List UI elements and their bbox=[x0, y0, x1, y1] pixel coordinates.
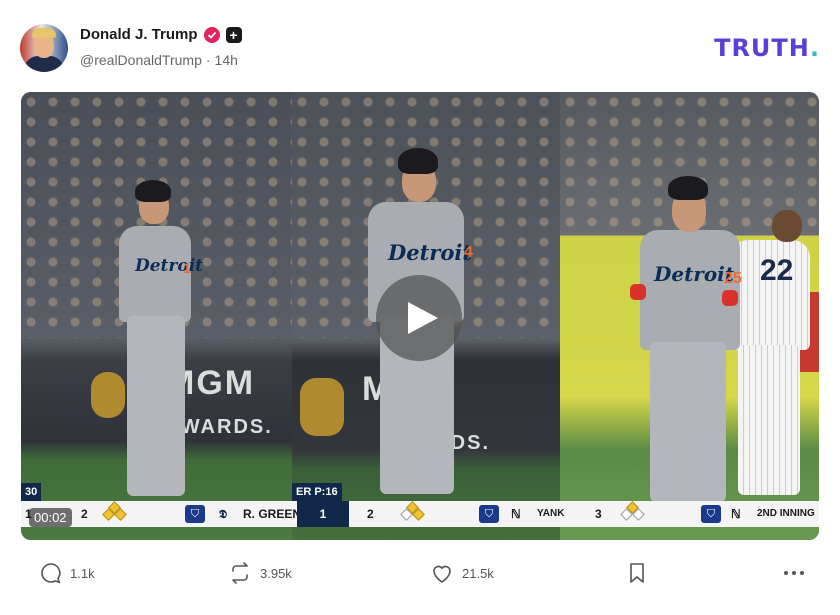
avatar[interactable] bbox=[20, 24, 68, 72]
score-corner: 30 bbox=[21, 483, 42, 501]
bases-icon bbox=[620, 501, 645, 526]
shield-icon: ⛉ bbox=[185, 505, 205, 523]
score-count: 2 bbox=[367, 507, 374, 521]
shield-icon: ⛉ bbox=[701, 505, 721, 523]
like-button[interactable]: 21.5k bbox=[430, 562, 494, 584]
score-team: 2ND INNING bbox=[757, 508, 815, 519]
score-team: R. GREEN bbox=[243, 507, 302, 521]
player-3: Detroit 25 bbox=[630, 172, 750, 502]
author-handle[interactable]: @realDonaldTrump bbox=[80, 52, 202, 68]
jersey-number: 25 bbox=[724, 270, 742, 287]
more-icon bbox=[784, 571, 804, 575]
author-name[interactable]: Donald J. Trump bbox=[80, 26, 198, 43]
score-team: YANK bbox=[537, 508, 565, 519]
more-options-button[interactable] bbox=[782, 562, 806, 584]
retruth-count: 3.95k bbox=[260, 565, 292, 581]
jersey-text: Detroit bbox=[654, 262, 735, 286]
plus-icon: + bbox=[225, 26, 242, 43]
retruth-button[interactable]: 3.95k bbox=[228, 562, 292, 584]
bases-icon bbox=[102, 501, 127, 526]
comment-icon bbox=[41, 563, 61, 584]
verified-badge-icon bbox=[203, 26, 220, 43]
post-time[interactable]: 14h bbox=[215, 52, 238, 68]
truth-logo[interactable]: TRUTH. bbox=[714, 34, 820, 62]
reply-count: 1.1k bbox=[70, 565, 95, 581]
reply-button[interactable]: 1.1k bbox=[40, 562, 95, 584]
logo-text: TRUTH bbox=[714, 34, 810, 62]
bases-icon bbox=[400, 501, 425, 526]
yankees-logo: ℕ bbox=[731, 507, 741, 521]
post-actions: 1.1k 3.95k 21.5k bbox=[40, 562, 810, 590]
score-bug: 30 1 2 ⛉ 𝕯 R. GREEN 1 ER P:16 2 ⛉ ℕ YANK… bbox=[21, 483, 819, 527]
meta-separator: · bbox=[205, 52, 211, 68]
post-header: Donald J. Trump + @realDonaldTrump · 14h… bbox=[20, 24, 820, 74]
video-timestamp: 00:02 bbox=[29, 508, 72, 527]
video-panel-1: MGM REWARDS. Detroit 1 bbox=[21, 92, 292, 540]
jersey-text: Detroit bbox=[388, 240, 473, 265]
bookmark-button[interactable] bbox=[628, 562, 646, 584]
batting-glove-left bbox=[630, 284, 646, 300]
score-corner: ER P:16 bbox=[292, 483, 342, 501]
sign-lion-logo bbox=[300, 378, 344, 436]
logo-dot: . bbox=[809, 34, 820, 62]
score-count: 2 bbox=[81, 507, 88, 521]
play-icon bbox=[408, 302, 438, 334]
video-player[interactable]: MGM REWARDS. Detroit 1 M WARDS. Detroit … bbox=[21, 92, 819, 540]
play-button[interactable] bbox=[376, 275, 462, 361]
shield-icon: ⛉ bbox=[479, 505, 499, 523]
yankees-logo: ℕ bbox=[511, 507, 521, 521]
video-panel-3: 22 Detroit 25 bbox=[560, 92, 819, 540]
author-meta: @realDonaldTrump · 14h bbox=[80, 52, 238, 68]
batting-glove-right bbox=[722, 290, 738, 306]
opponent-number: 22 bbox=[760, 254, 794, 287]
heart-icon bbox=[433, 565, 451, 583]
author-row: Donald J. Trump + bbox=[80, 26, 242, 43]
retruth-icon bbox=[232, 562, 248, 584]
jersey-text: Detroit bbox=[135, 256, 204, 276]
bookmark-icon bbox=[630, 563, 644, 583]
jersey-number: 4 bbox=[464, 244, 473, 261]
player-1: Detroit 1 bbox=[101, 176, 211, 506]
team-logo: 𝕯 bbox=[219, 507, 227, 521]
score-count: 3 bbox=[595, 507, 602, 521]
like-count: 21.5k bbox=[462, 565, 494, 581]
jersey-number: 1 bbox=[183, 260, 191, 276]
score-right: 1 bbox=[297, 501, 349, 527]
